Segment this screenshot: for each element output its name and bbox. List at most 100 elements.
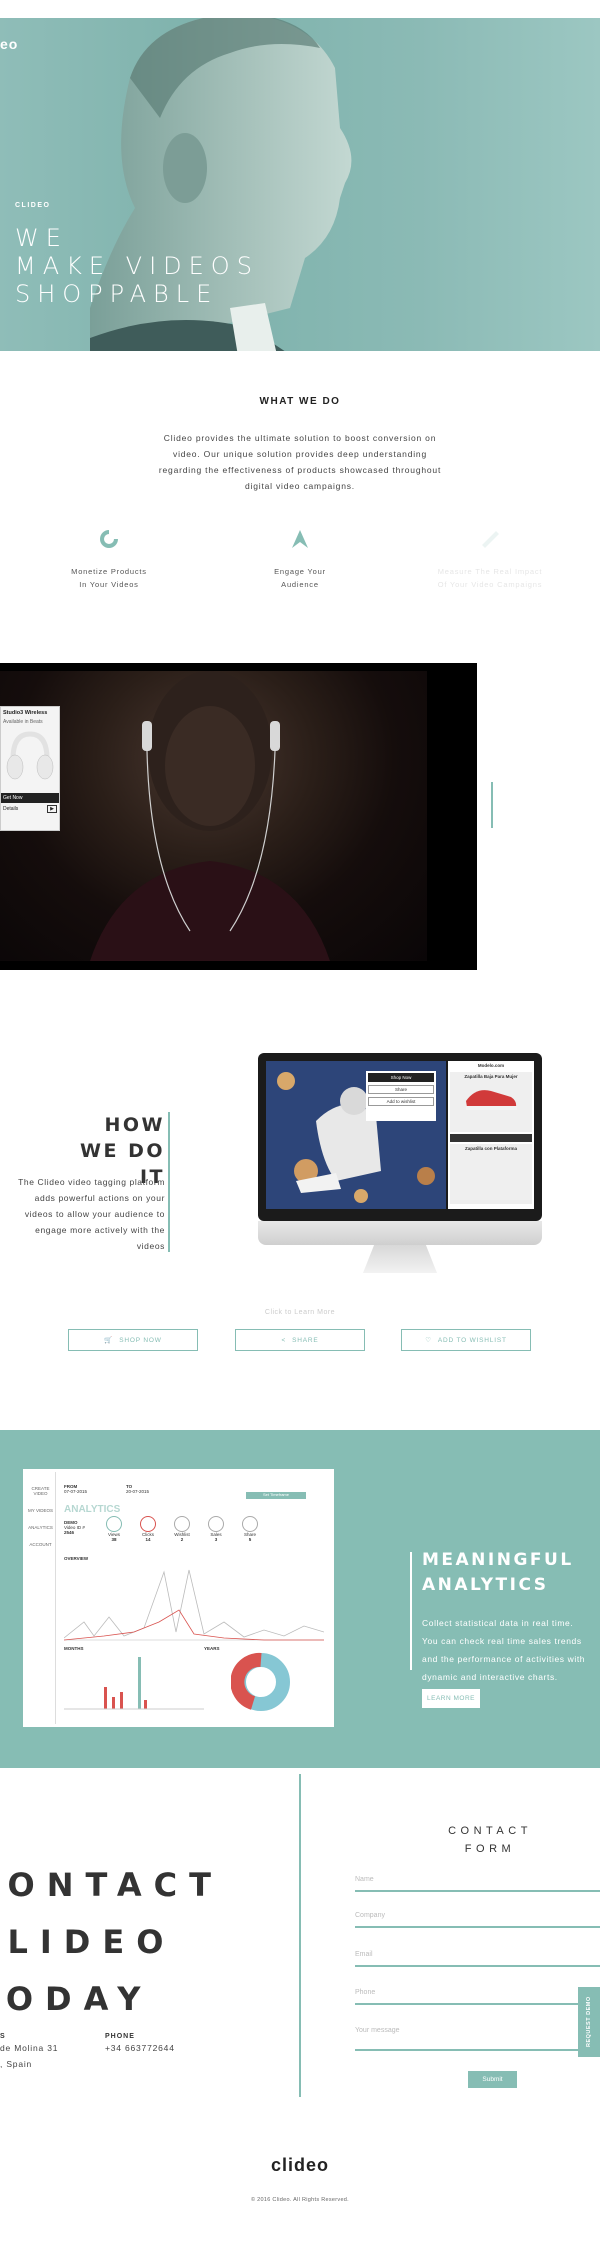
analytics-title-line: MEANINGFUL <box>422 1550 574 1570</box>
learn-more-button[interactable]: LEARN MORE <box>422 1689 480 1708</box>
dash-from-value: 07-07-2015 <box>64 1489 88 1494</box>
hero-title: WE MAKE VIDEOS SHOPPABLE <box>15 224 259 308</box>
product-card-title: Studio3 Wireless <box>3 710 48 716</box>
dash-demo-number: 2546 <box>64 1530 75 1535</box>
monitor-chin <box>258 1221 542 1245</box>
dash-years-label: YEARS <box>204 1646 220 1651</box>
submit-button[interactable]: Submit <box>468 2071 517 2088</box>
product-card-button[interactable]: Details <box>3 806 18 812</box>
hero-brand-label: CLIDEO <box>15 202 51 209</box>
feature-engage: Engage Your Audience <box>230 527 370 591</box>
address-line: de Molina 31 <box>0 2043 59 2053</box>
contact-form-title: CONTACT FORM <box>420 1822 560 1858</box>
share-icon: < <box>281 1336 287 1344</box>
dash-stat: Clicks 14 <box>140 1516 156 1542</box>
feature-label: Engage Your <box>274 567 326 576</box>
dash-overview-label: OVERVIEW <box>64 1556 89 1561</box>
contact-headline-line: TODAY <box>0 1980 153 2018</box>
button-label: SHOP NOW <box>119 1336 162 1344</box>
product-card-actions: Details ▶ <box>1 803 59 815</box>
analytics-title-line: ANALYTICS <box>422 1575 549 1595</box>
analytics-divider <box>410 1552 412 1670</box>
dash-months-label: MONTHS <box>64 1646 84 1651</box>
demo-video[interactable]: Studio3 Wireless Available in Beats Get … <box>0 663 477 970</box>
dash-sidebar: CREATE VIDEO MY VIDEOS ANALYTICS ACCOUNT <box>26 1472 56 1724</box>
arrow-up-icon <box>292 530 308 548</box>
dash-demo: DEMO Video ID # 2546 <box>64 1520 85 1535</box>
click-to-learn-more[interactable]: Click to Learn More <box>0 1309 600 1316</box>
video-frame: Studio3 Wireless Available in Beats Get … <box>0 671 427 961</box>
product-card[interactable]: Studio3 Wireless Available in Beats Get … <box>0 706 60 831</box>
analytics-text: Collect statistical data in real time. Y… <box>422 1618 586 1682</box>
product-tile[interactable]: Zapatilla Baja Para Mujer <box>450 1072 532 1132</box>
tile-separator <box>450 1134 532 1142</box>
contact-form-title-line: FORM <box>464 1843 516 1855</box>
email-field[interactable]: Email <box>355 1947 600 1967</box>
video-person-image <box>90 671 330 961</box>
dash-stat: Share 5 <box>242 1516 258 1542</box>
headphones-product-image <box>6 731 54 780</box>
dash-stats: Views 38 Clicks 14 Wishlist 2 Sales 3 Share 5 <box>106 1516 258 1542</box>
feature-label: In Your Videos <box>79 580 139 589</box>
phone-value[interactable]: +34 663772644 <box>105 2040 175 2056</box>
dash-from: FROM 07-07-2015 <box>64 1484 87 1494</box>
how-title-line: HOW <box>104 1114 165 1136</box>
dash-nav-item: CREATE VIDEO <box>31 1486 50 1496</box>
years-donut-chart <box>231 1652 290 1711</box>
address-block: S de Molina 31 , Spain <box>0 2033 58 2072</box>
months-bar-chart <box>64 1657 204 1710</box>
video-side-line <box>491 782 493 828</box>
monitor-stand <box>363 1245 437 1273</box>
shop-now-button[interactable]: 🛒 SHOP NOW <box>68 1329 198 1351</box>
feature-label: Monetize Products <box>71 567 147 576</box>
product-card-subtitle: Available in Beats <box>3 719 43 725</box>
phone-field[interactable]: Phone <box>355 1985 600 2005</box>
product-name: Zapatilla Baja Para Mujer <box>464 1074 518 1079</box>
dash-nav-item: ACCOUNT <box>29 1542 52 1547</box>
hero-title-line: MAKE VIDEOS <box>15 252 259 280</box>
dash-heading: ANALYTICS <box>64 1504 121 1515</box>
hero-title-line: SHOPPABLE <box>15 280 219 308</box>
popup-item[interactable]: Share <box>368 1085 434 1094</box>
dash-to: TO 20-07-2015 <box>126 1484 149 1494</box>
how-divider <box>168 1112 170 1252</box>
address-line: , Spain <box>0 2059 33 2069</box>
request-demo-tab[interactable]: REQUEST DEMO <box>578 1987 600 2057</box>
hero-section: eo CLIDEO WE MAKE VIDEOS SHOPPABLE <box>0 18 600 351</box>
dash-nav-item: MY VIDEOS <box>28 1508 53 1513</box>
hero-logo[interactable]: eo <box>0 36 18 52</box>
feature-label: Audience <box>281 580 319 589</box>
footer-logo[interactable]: clideo <box>0 2155 600 2176</box>
footer-copyright: © 2016 Clideo. All Rights Reserved. <box>250 2197 349 2203</box>
analytics-dashboard-screenshot: CREATE VIDEO MY VIDEOS ANALYTICS ACCOUNT… <box>26 1472 331 1724</box>
analytics-title: MEANINGFUL ANALYTICS <box>422 1548 574 1598</box>
popup-item[interactable]: Add to wishlist <box>368 1097 434 1106</box>
product-tile[interactable]: Zapatilla con Plataforma <box>450 1144 532 1204</box>
phone-label: PHONE <box>105 2033 135 2040</box>
red-sneaker-image <box>466 1090 517 1110</box>
phone-block: PHONE +34 663772644 <box>105 2033 175 2056</box>
dash-to-value: 20-07-2015 <box>126 1489 150 1494</box>
hero-title-line: WE <box>15 224 68 252</box>
what-we-do-title: WHAT WE DO <box>259 396 341 407</box>
message-field[interactable]: Your message <box>355 2023 600 2051</box>
add-to-wishlist-button[interactable]: ♡ ADD TO WISHLIST <box>401 1329 531 1351</box>
play-icon[interactable]: ▶ <box>47 805 57 813</box>
feature-label: Of Your Video Campaigns <box>437 580 543 589</box>
monitor-bezel: Shop Now Share Add to wishlist Modelo.co… <box>258 1053 542 1221</box>
cart-icon: 🛒 <box>104 1337 114 1344</box>
popup-title[interactable]: Shop Now <box>368 1073 434 1082</box>
share-button[interactable]: < SHARE <box>235 1329 365 1351</box>
shop-popup[interactable]: Shop Now Share Add to wishlist <box>366 1071 436 1121</box>
dash-nav-item: ANALYTICS <box>28 1525 53 1530</box>
feature-measure: Measure The Real Impact Of Your Video Ca… <box>420 527 560 591</box>
feature-label: Measure The Real Impact <box>437 567 543 576</box>
button-label: SHARE <box>292 1336 319 1344</box>
company-field[interactable]: Company <box>355 1908 600 1928</box>
shop-sidebar: Modelo.com Zapatilla Baja Para Mujer Zap… <box>448 1061 534 1209</box>
overview-line-chart <box>64 1569 324 1641</box>
name-field[interactable]: Name <box>355 1872 600 1892</box>
dash-stat: Sales 3 <box>208 1516 224 1542</box>
measure-icon <box>482 531 499 548</box>
address-label: S <box>0 2033 6 2040</box>
